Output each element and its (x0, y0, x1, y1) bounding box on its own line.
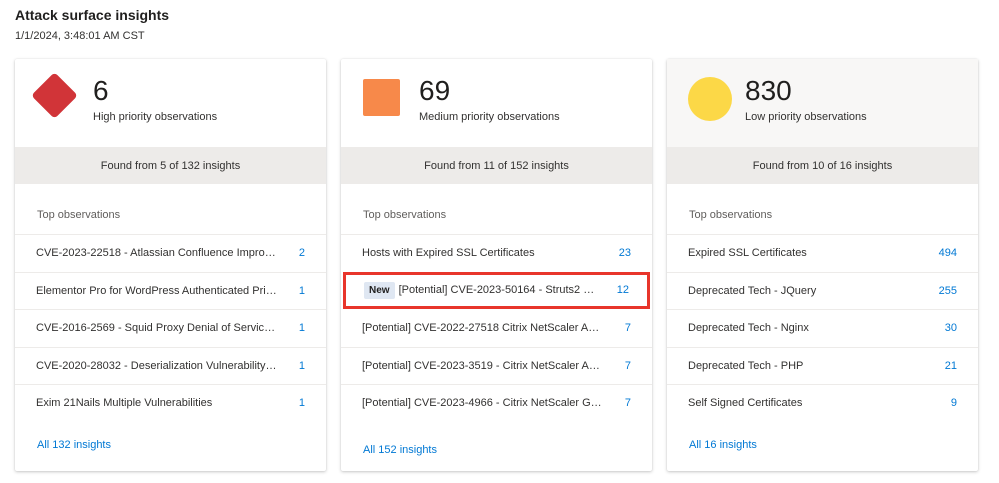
observation-label[interactable]: CVE-2023-22518 - Atlassian Confluence Im… (36, 247, 295, 259)
medium-priority-card: 69 Medium priority observations Found fr… (341, 59, 652, 471)
top-observations-label: Top observations (363, 209, 447, 221)
observation-label[interactable]: Exim 21Nails Multiple Vulnerabilities (36, 397, 295, 409)
observation-count-link[interactable]: 1 (295, 322, 305, 334)
observation-label[interactable]: [Potential] CVE-2022-27518 Citrix NetSca… (362, 322, 621, 334)
found-from-insights: Found from 5 of 132 insights (15, 147, 326, 184)
new-badge: New (364, 281, 395, 299)
observation-count-link[interactable]: 1 (295, 397, 305, 409)
observation-count: 69 (419, 75, 451, 106)
observation-count-link[interactable]: 2 (295, 247, 305, 259)
observation-row[interactable]: Deprecated Tech - PHP 21 (667, 346, 978, 385)
low-priority-circle-icon (688, 77, 732, 121)
observation-row[interactable]: Hosts with Expired SSL Certificates 23 (341, 234, 652, 272)
observation-count-link[interactable]: 9 (947, 397, 957, 409)
observation-row[interactable]: Elementor Pro for WordPress Authenticate… (15, 271, 326, 310)
observation-row[interactable]: CVE-2023-22518 - Atlassian Confluence Im… (15, 234, 326, 272)
highlighted-observation-row[interactable]: New [Potential] CVE-2023-50164 - Struts2… (343, 271, 650, 309)
observation-row[interactable]: Deprecated Tech - Nginx 30 (667, 309, 978, 347)
observation-list: Expired SSL Certificates 494 Deprecated … (667, 234, 978, 422)
high-priority-card: 6 High priority observations Found from … (15, 59, 326, 471)
observation-count-link[interactable]: 30 (945, 322, 957, 334)
observation-row[interactable]: CVE-2016-2569 - Squid Proxy Denial of Se… (15, 309, 326, 347)
observation-label[interactable]: Elementor Pro for WordPress Authenticate… (36, 285, 295, 297)
observation-row[interactable]: Expired SSL Certificates 494 (667, 234, 978, 272)
high-priority-diamond-icon (31, 72, 78, 119)
observation-label[interactable]: [Potential] CVE-2023-50164 - Struts2 Una… (399, 284, 617, 296)
observation-label[interactable]: CVE-2016-2569 - Squid Proxy Denial of Se… (36, 322, 295, 334)
observation-list: Hosts with Expired SSL Certificates 23 N… (341, 234, 652, 422)
priority-label: Low priority observations (745, 111, 867, 123)
observation-row[interactable]: Exim 21Nails Multiple Vulnerabilities 1 (15, 384, 326, 422)
observation-count-link[interactable]: 12 (617, 284, 629, 296)
observation-label[interactable]: CVE-2020-28032 - Deserialization Vulnera… (36, 360, 295, 372)
all-insights-link[interactable]: All 132 insights (37, 439, 111, 451)
all-insights-link[interactable]: All 16 insights (689, 439, 757, 451)
found-from-insights: Found from 10 of 16 insights (667, 147, 978, 184)
last-updated-timestamp: 1/1/2024, 3:48:01 AM CST (15, 30, 145, 42)
observation-list: CVE-2023-22518 - Atlassian Confluence Im… (15, 234, 326, 422)
observation-label[interactable]: Deprecated Tech - Nginx (688, 322, 945, 334)
medium-priority-square-icon (363, 79, 400, 116)
observation-count-link[interactable]: 23 (619, 247, 631, 259)
observation-count-link[interactable]: 7 (621, 360, 631, 372)
observation-count-link[interactable]: 494 (939, 247, 957, 259)
observation-count-link[interactable]: 1 (295, 285, 305, 297)
observation-count: 6 (93, 75, 109, 106)
priority-label: High priority observations (93, 111, 218, 123)
observation-row[interactable]: CVE-2020-28032 - Deserialization Vulnera… (15, 346, 326, 385)
observation-row[interactable]: Self Signed Certificates 9 (667, 384, 978, 422)
top-observations-label: Top observations (37, 209, 121, 221)
priority-label: Medium priority observations (419, 111, 560, 123)
all-insights-link[interactable]: All 152 insights (363, 444, 437, 456)
observation-count: 830 (745, 75, 792, 106)
observation-label[interactable]: [Potential] CVE-2023-4966 - Citrix NetSc… (362, 397, 621, 409)
observation-label[interactable]: Deprecated Tech - JQuery (688, 285, 939, 297)
observation-row[interactable]: [Potential] CVE-2022-27518 Citrix NetSca… (341, 309, 652, 347)
card-header[interactable]: 6 High priority observations (15, 59, 326, 147)
observation-label[interactable]: Self Signed Certificates (688, 397, 947, 409)
low-priority-card: 830 Low priority observations Found from… (667, 59, 978, 471)
observation-label[interactable]: Hosts with Expired SSL Certificates (362, 247, 619, 259)
observation-label[interactable]: Deprecated Tech - PHP (688, 360, 945, 372)
top-observations-label: Top observations (689, 209, 773, 221)
observation-count-link[interactable]: 7 (621, 322, 631, 334)
page-title: Attack surface insights (15, 7, 170, 23)
observation-row[interactable]: Deprecated Tech - JQuery 255 (667, 271, 978, 310)
observation-count-link[interactable]: 255 (939, 285, 957, 297)
card-header[interactable]: 830 Low priority observations (667, 59, 978, 147)
observation-label[interactable]: [Potential] CVE-2023-3519 - Citrix NetSc… (362, 360, 621, 372)
observation-count-link[interactable]: 7 (621, 397, 631, 409)
observation-count-link[interactable]: 21 (945, 360, 957, 372)
found-from-insights: Found from 11 of 152 insights (341, 147, 652, 184)
observation-row[interactable]: [Potential] CVE-2023-3519 - Citrix NetSc… (341, 346, 652, 385)
observation-label[interactable]: Expired SSL Certificates (688, 247, 939, 259)
observation-count-link[interactable]: 1 (295, 360, 305, 372)
observation-row[interactable]: [Potential] CVE-2023-4966 - Citrix NetSc… (341, 384, 652, 422)
card-header[interactable]: 69 Medium priority observations (341, 59, 652, 147)
